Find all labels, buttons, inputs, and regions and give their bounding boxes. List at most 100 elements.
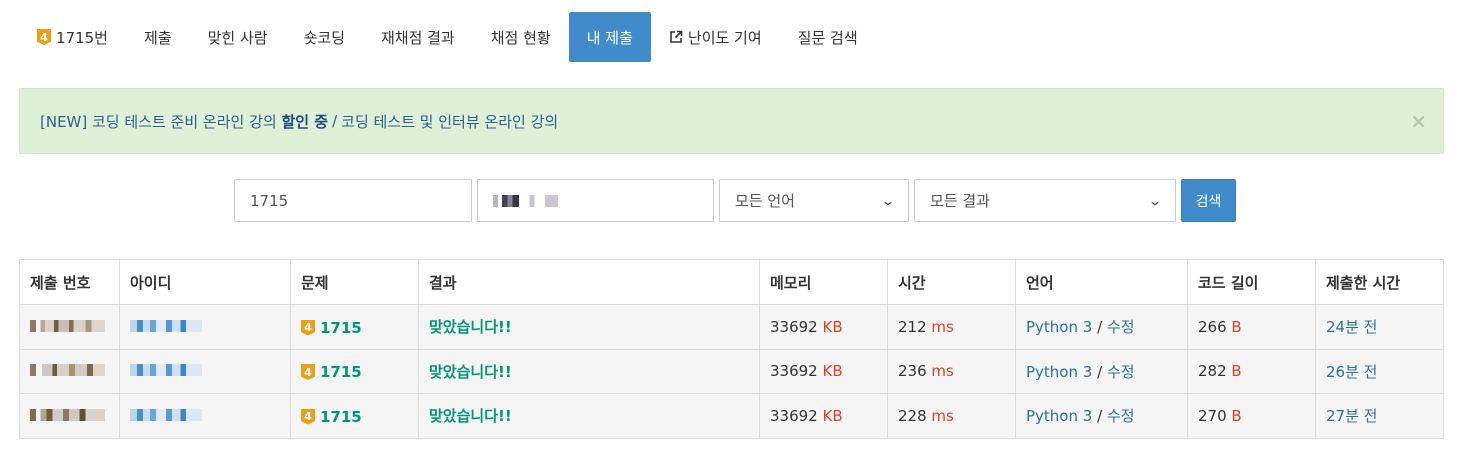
tab-short-coding[interactable]: 숏코딩 [286, 12, 363, 62]
promo-link-discount[interactable]: [NEW] 코딩 테스트 준비 온라인 강의 할인 중 [40, 111, 328, 132]
table-row: 4 1715 맞았습니다!! 33692 KB 212 ms Python 3 /… [19, 304, 1444, 350]
user-id-blurred [493, 194, 558, 207]
code-length-cell: 282 B [1187, 348, 1316, 394]
header-language: 언어 [1015, 259, 1188, 305]
time-value: 228 [898, 406, 927, 425]
user-id-blurred [130, 319, 202, 332]
language-link[interactable]: Python 3 [1026, 363, 1092, 381]
header-submission-id: 제출 번호 [19, 259, 120, 305]
tab-rejudge-results[interactable]: 재채점 결과 [363, 12, 473, 62]
language-link[interactable]: Python 3 [1026, 407, 1092, 425]
language-select-value: 모든 언어 [735, 192, 795, 210]
header-time: 시간 [887, 259, 1016, 305]
chevron-down-icon: ⌄ [880, 193, 896, 208]
problem-cell[interactable]: 4 1715 [290, 304, 419, 350]
submission-id-cell [19, 304, 120, 350]
time-value: 236 [898, 362, 927, 381]
tier-badge-icon: 4 [301, 408, 315, 425]
language-cell: Python 3 / 수정 [1015, 304, 1188, 350]
language-separator: / [1097, 318, 1103, 337]
user-id-blurred [130, 364, 202, 377]
external-link-icon [669, 30, 683, 44]
tab-problem[interactable]: 4 1715번 [20, 12, 126, 62]
table-row: 4 1715 맞았습니다!! 33692 KB 228 ms Python 3 /… [19, 393, 1444, 439]
edit-link[interactable]: 수정 [1107, 318, 1135, 336]
tab-question-search[interactable]: 질문 검색 [780, 12, 876, 62]
chevron-down-icon: ⌄ [1147, 193, 1163, 208]
code-length-value: 270 [1198, 406, 1227, 425]
problem-cell[interactable]: 4 1715 [290, 348, 419, 394]
problem-link[interactable]: 1715 [320, 363, 362, 381]
header-user-id: 아이디 [119, 259, 291, 305]
memory-unit: KB [822, 317, 843, 336]
header-result: 결과 [418, 259, 760, 305]
edit-link[interactable]: 수정 [1107, 407, 1135, 425]
result-select-value: 모든 결과 [930, 192, 990, 210]
result-cell: 맞았습니다!! [418, 304, 760, 350]
memory-value: 33692 [770, 317, 818, 336]
memory-value: 33692 [770, 406, 818, 425]
user-id-input[interactable] [477, 179, 714, 222]
submitted-time-cell: 24분 전 [1315, 304, 1444, 350]
tab-solved-users[interactable]: 맞힌 사람 [190, 12, 286, 62]
result-cell: 맞았습니다!! [418, 348, 760, 394]
close-icon[interactable]: × [1410, 109, 1427, 133]
problem-link[interactable]: 1715 [320, 319, 362, 337]
language-select[interactable]: 모든 언어 ⌄ [719, 179, 909, 222]
time-unit: ms [931, 406, 954, 425]
user-id-cell[interactable] [119, 348, 291, 394]
submission-id-blurred [30, 319, 105, 332]
search-button[interactable]: 검색 [1181, 179, 1236, 222]
language-cell: Python 3 / 수정 [1015, 393, 1188, 439]
code-length-unit: B [1231, 362, 1242, 381]
submission-id-blurred [30, 408, 105, 421]
memory-value: 33692 [770, 362, 818, 381]
submission-id-blurred [30, 364, 105, 377]
tab-judge-status[interactable]: 채점 현황 [473, 12, 569, 62]
result-text: 맞았습니다!! [429, 362, 512, 381]
tab-difficulty-label: 난이도 기여 [687, 28, 762, 47]
problem-cell[interactable]: 4 1715 [290, 393, 419, 439]
header-problem: 문제 [290, 259, 419, 305]
language-cell: Python 3 / 수정 [1015, 348, 1188, 394]
submitted-time-cell: 26분 전 [1315, 348, 1444, 394]
header-code-length: 코드 길이 [1187, 259, 1316, 305]
submissions-table: 제출 번호 아이디 문제 결과 메모리 시간 언어 코드 길이 제출한 시간 4… [19, 259, 1444, 439]
problem-id-input[interactable] [234, 179, 472, 222]
table-header-row: 제출 번호 아이디 문제 결과 메모리 시간 언어 코드 길이 제출한 시간 [19, 259, 1444, 305]
tab-difficulty-contribution[interactable]: 난이도 기여 [651, 12, 780, 62]
user-id-cell[interactable] [119, 304, 291, 350]
submitted-time-link[interactable]: 27분 전 [1326, 407, 1377, 425]
problem-link[interactable]: 1715 [320, 408, 362, 426]
promo-alert: [NEW] 코딩 테스트 준비 온라인 강의 할인 중 / 코딩 테스트 및 인… [19, 88, 1444, 154]
promo-separator: / [332, 112, 338, 130]
memory-cell: 33692 KB [759, 348, 888, 394]
tier-badge-icon: 4 [301, 319, 315, 336]
language-link[interactable]: Python 3 [1026, 318, 1092, 336]
memory-cell: 33692 KB [759, 393, 888, 439]
time-cell: 228 ms [887, 393, 1016, 439]
header-memory: 메모리 [759, 259, 888, 305]
table-row: 4 1715 맞았습니다!! 33692 KB 236 ms Python 3 /… [19, 348, 1444, 394]
code-length-cell: 266 B [1187, 304, 1316, 350]
promo-highlight: 할인 중 [281, 112, 329, 131]
memory-unit: KB [822, 362, 843, 381]
tab-submit[interactable]: 제출 [126, 12, 190, 62]
submitted-time-cell: 27분 전 [1315, 393, 1444, 439]
tab-my-submissions[interactable]: 내 제출 [568, 12, 651, 62]
edit-link[interactable]: 수정 [1107, 363, 1135, 381]
submitted-time-link[interactable]: 24분 전 [1326, 318, 1377, 336]
code-length-cell: 270 B [1187, 393, 1316, 439]
tier-badge-icon: 4 [37, 29, 51, 45]
promo-link-interview[interactable]: 코딩 테스트 및 인터뷰 온라인 강의 [341, 111, 558, 132]
user-id-blurred [130, 408, 202, 421]
result-text: 맞았습니다!! [429, 407, 512, 426]
user-id-cell[interactable] [119, 393, 291, 439]
header-submitted-time: 제출한 시간 [1315, 259, 1444, 305]
submitted-time-link[interactable]: 26분 전 [1326, 363, 1377, 381]
code-length-unit: B [1231, 406, 1242, 425]
language-separator: / [1097, 407, 1103, 426]
code-length-unit: B [1231, 317, 1242, 336]
submission-id-cell [19, 393, 120, 439]
result-select[interactable]: 모든 결과 ⌄ [914, 179, 1176, 222]
